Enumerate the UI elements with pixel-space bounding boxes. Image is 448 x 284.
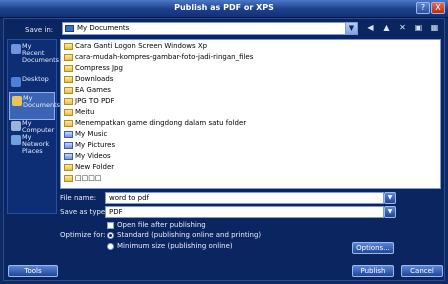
folder-icon [64, 164, 73, 171]
folder-icon [64, 175, 73, 182]
options-button[interactable]: Options... [352, 242, 394, 254]
place-label: My Network Places [22, 133, 50, 155]
cancel-button[interactable]: Cancel [401, 265, 443, 277]
tools-button[interactable]: Tools [8, 265, 58, 277]
item-name: JPG TO PDF [75, 97, 115, 105]
desktop-icon [11, 77, 21, 87]
my-documents-icon [12, 96, 22, 106]
delete-icon[interactable]: ✕ [396, 22, 409, 34]
file-list: Cara Ganti Logon Screen Windows Xp cara-… [60, 39, 441, 189]
place-network-places[interactable]: My Network Places [9, 132, 55, 160]
item-name: cara-mudah-kompres-gambar-foto-jadi-ring… [75, 53, 254, 61]
item-name: Meitu [75, 108, 95, 116]
radio-label: Minimum size (publishing online) [117, 242, 233, 250]
publish-button[interactable]: Publish [352, 265, 394, 277]
list-item[interactable]: My Music [63, 130, 107, 139]
checkbox-label: Open file after publishing [117, 221, 206, 229]
item-name: EA Games [75, 86, 111, 94]
open-after-publishing-checkbox[interactable]: Open file after publishing [107, 221, 206, 229]
save-in-dropdown[interactable]: My Documents ▼ [62, 22, 358, 35]
optimize-standard-radio[interactable]: Standard (publishing online and printing… [107, 231, 261, 239]
up-folder-icon[interactable]: ▲ [380, 22, 393, 34]
item-name: My Music [75, 130, 108, 138]
place-recent-documents[interactable]: My Recent Documents [9, 41, 59, 69]
radio-label: Standard (publishing online and printing… [117, 231, 262, 239]
dialog-body: Save in: My Documents ▼ ◀ ▲ ✕ ▣ ▦ My Rec… [3, 18, 445, 281]
save-as-type-dropdown[interactable]: ▼ [384, 206, 396, 218]
recent-documents-icon [11, 44, 21, 54]
list-item[interactable]: My Videos [63, 152, 111, 161]
list-item[interactable]: Meitu [63, 108, 94, 117]
item-name: My Pictures [75, 141, 116, 149]
item-name: New Folder [75, 163, 115, 171]
pictures-folder-icon [64, 142, 73, 149]
item-name: □□□□ [75, 174, 102, 182]
close-button[interactable]: X [431, 2, 445, 14]
item-name: Menempatkan game dingdong dalam satu fol… [75, 119, 247, 127]
my-documents-icon [65, 25, 74, 32]
list-item[interactable]: My Pictures [63, 141, 115, 150]
title-bar: Publish as PDF or XPS ? X [0, 0, 448, 18]
optimize-minimum-radio[interactable]: Minimum size (publishing online) [107, 242, 233, 250]
list-item[interactable]: EA Games [63, 86, 111, 95]
folder-icon [64, 54, 73, 61]
item-name: Downloads [75, 75, 114, 83]
radio-unselected[interactable] [107, 243, 114, 250]
list-item[interactable]: □□□□ [63, 174, 101, 183]
music-folder-icon [64, 131, 73, 138]
list-item[interactable]: Compress Jpg [63, 64, 123, 73]
folder-icon [64, 76, 73, 83]
list-item[interactable]: JPG TO PDF [63, 97, 115, 106]
place-label: Desktop [22, 75, 49, 83]
checkbox[interactable] [107, 222, 114, 229]
list-item[interactable]: Downloads [63, 75, 113, 84]
help-button[interactable]: ? [416, 2, 430, 14]
my-computer-icon [11, 121, 21, 131]
optimize-for-label: Optimize for: [60, 231, 106, 239]
folder-icon [64, 43, 73, 50]
save-as-type-select[interactable]: PDF [105, 206, 384, 218]
folder-icon [64, 109, 73, 116]
file-name-input[interactable]: word to pdf [105, 192, 384, 204]
place-my-documents[interactable]: My Documents [9, 92, 60, 120]
places-bar: My Recent Documents Desktop My Documents… [7, 39, 60, 214]
window-title: Publish as PDF or XPS [174, 3, 274, 12]
place-label: My Recent Documents [22, 42, 60, 64]
item-name: Cara Ganti Logon Screen Windows Xp [75, 42, 208, 50]
place-label: My Documents [23, 94, 61, 109]
folder-icon [64, 98, 73, 105]
radio-selected[interactable] [107, 232, 114, 239]
folder-icon [64, 120, 73, 127]
save-in-value: My Documents [77, 24, 130, 32]
save-in-label: Save in: [25, 26, 54, 34]
views-icon[interactable]: ▦ [428, 22, 441, 34]
file-name-dropdown[interactable]: ▼ [384, 192, 396, 204]
toolbar: ◀ ▲ ✕ ▣ ▦ [364, 22, 444, 35]
save-as-type-label: Save as type: [60, 208, 108, 216]
back-icon[interactable]: ◀ [364, 22, 377, 34]
file-name-label: File name: [60, 194, 97, 202]
videos-folder-icon [64, 153, 73, 160]
new-folder-icon[interactable]: ▣ [412, 22, 425, 34]
list-item[interactable]: Menempatkan game dingdong dalam satu fol… [63, 119, 246, 128]
folder-icon [64, 87, 73, 94]
list-item[interactable]: Cara Ganti Logon Screen Windows Xp [63, 42, 207, 51]
network-places-icon [11, 135, 21, 145]
list-item[interactable]: cara-mudah-kompres-gambar-foto-jadi-ring… [63, 53, 253, 62]
chevron-down-icon[interactable]: ▼ [345, 23, 357, 34]
folder-icon [64, 65, 73, 72]
item-name: My Videos [75, 152, 111, 160]
item-name: Compress Jpg [75, 64, 123, 72]
list-item[interactable]: New Folder [63, 163, 114, 172]
